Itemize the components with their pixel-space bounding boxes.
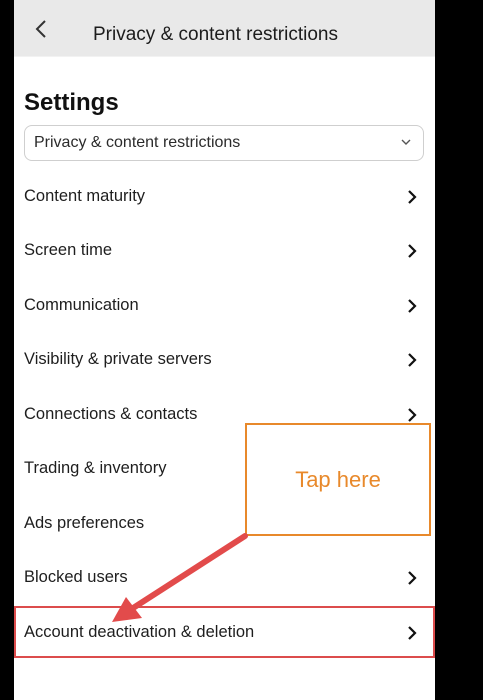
chevron-right-icon xyxy=(408,190,417,204)
header-title: Privacy & content restrictions xyxy=(93,24,338,45)
back-button[interactable] xyxy=(28,16,54,42)
chevron-right-icon xyxy=(408,353,417,367)
page-title: Settings xyxy=(24,89,119,116)
menu-item-screen-time[interactable]: Screen time xyxy=(14,224,435,278)
menu-item-label: Content maturity xyxy=(24,187,146,205)
menu-item-visibility-private-servers[interactable]: Visibility & private servers xyxy=(14,333,435,387)
chevron-left-icon xyxy=(35,20,46,38)
callout-box: Tap here xyxy=(245,423,431,536)
menu-item-label: Visibility & private servers xyxy=(24,350,212,368)
chevron-right-icon xyxy=(408,244,417,258)
menu-item-label: Trading & inventory xyxy=(24,459,167,477)
chevron-right-icon xyxy=(408,571,417,585)
menu-item-blocked-users[interactable]: Blocked users xyxy=(14,551,435,605)
chevron-right-icon xyxy=(408,626,417,640)
callout-text: Tap here xyxy=(295,467,381,492)
menu-item-label: Ads preferences xyxy=(24,514,145,532)
menu-item-label: Screen time xyxy=(24,241,113,259)
menu-item-communication[interactable]: Communication xyxy=(14,279,435,333)
top-bar: Privacy & content restrictions xyxy=(14,0,435,56)
menu-item-account-deactivation-deletion[interactable]: Account deactivation & deletion xyxy=(14,606,435,660)
chevron-right-icon xyxy=(408,299,417,313)
settings-category-dropdown[interactable]: Privacy & content restrictions xyxy=(24,125,424,161)
menu-item-content-maturity[interactable]: Content maturity xyxy=(14,170,435,224)
chevron-right-icon xyxy=(408,408,417,422)
chevron-down-icon xyxy=(401,139,411,145)
phone-screen: Privacy & content restrictions Settings … xyxy=(14,0,435,700)
dropdown-selected-value: Privacy & content restrictions xyxy=(34,134,241,151)
menu-item-label: Communication xyxy=(24,296,139,314)
menu-item-label: Connections & contacts xyxy=(24,405,198,423)
menu-item-label: Blocked users xyxy=(24,568,128,586)
menu-item-label: Account deactivation & deletion xyxy=(24,623,255,641)
